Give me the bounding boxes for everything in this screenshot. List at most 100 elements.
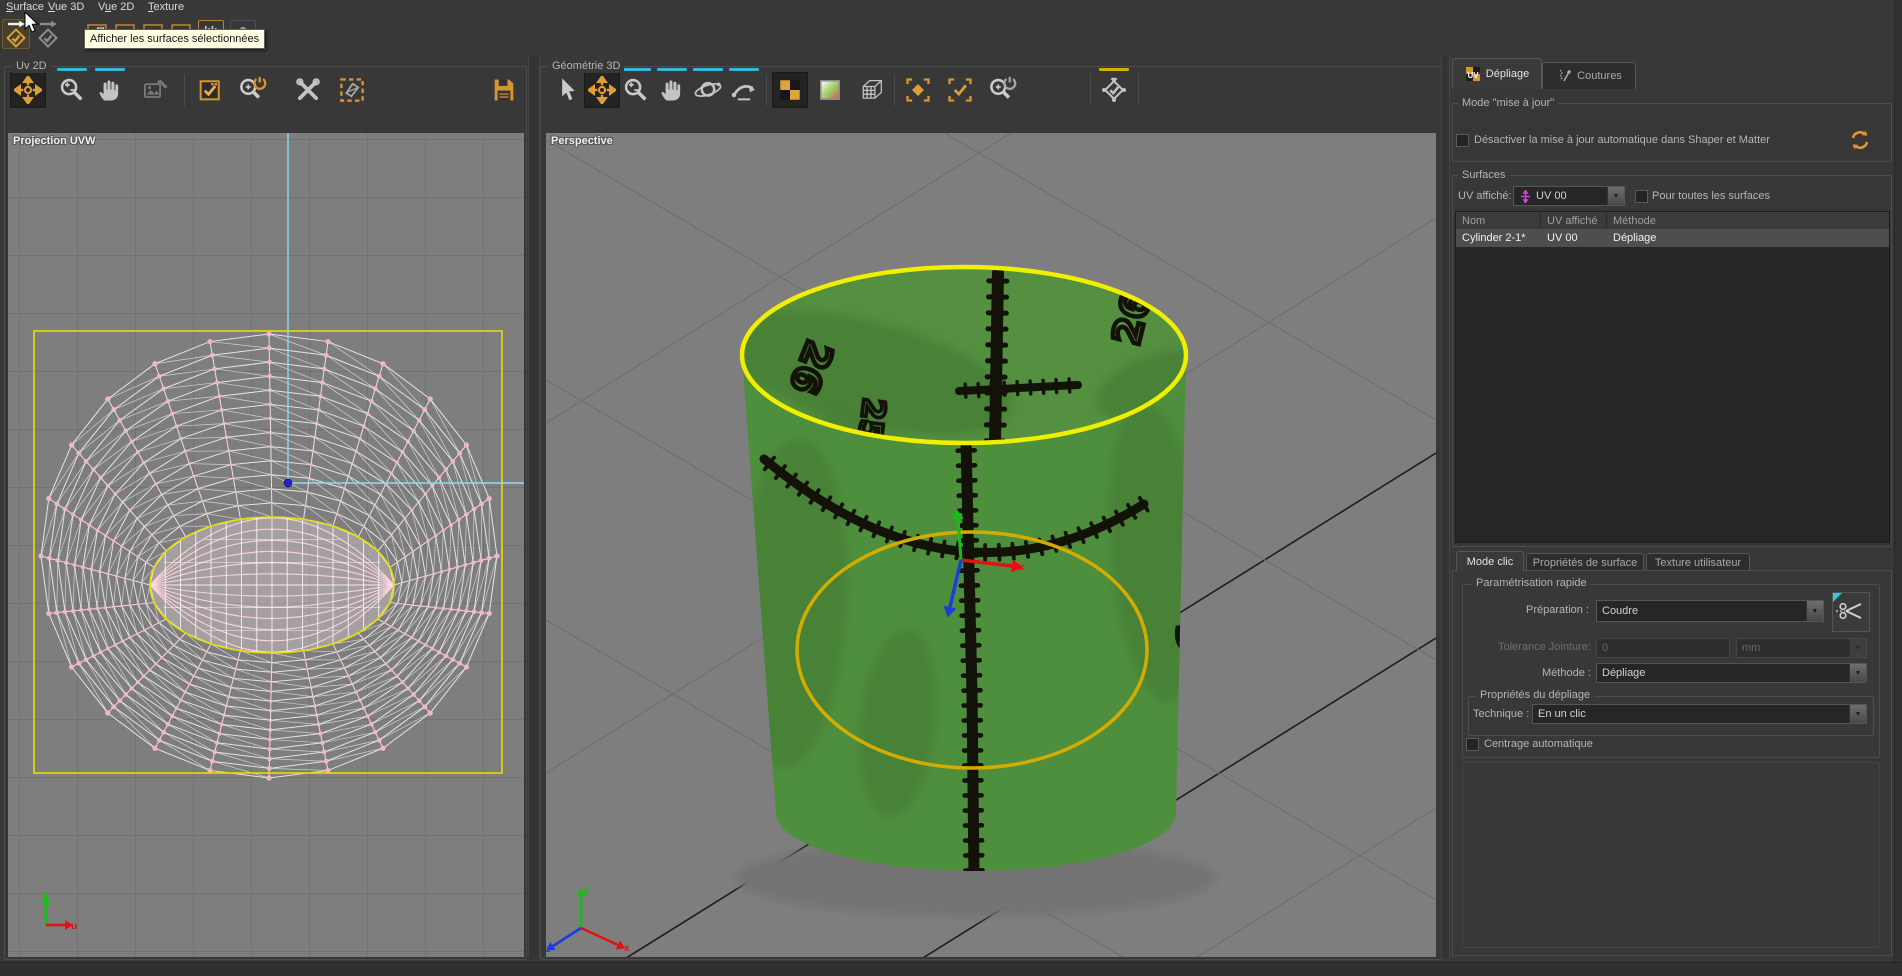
geo3d-walk-button[interactable] xyxy=(726,72,762,108)
uv-affiche-dropdown[interactable]: UV 00 ▼ xyxy=(1513,186,1625,206)
uv2d-pan-button[interactable] xyxy=(92,72,128,108)
svg-text:UV: UV xyxy=(1467,71,1479,80)
tab-mode-clic[interactable]: Mode clic xyxy=(1456,551,1524,571)
auto-centering-checkbox[interactable] xyxy=(1466,738,1479,751)
splitter-right[interactable] xyxy=(1441,55,1450,958)
geo3d-checker-button[interactable] xyxy=(772,72,808,108)
preparation-value: Coudre xyxy=(1602,605,1638,617)
uv2d-viewport[interactable]: Projection UVW vu xyxy=(8,133,524,957)
walk3d-active-line xyxy=(729,68,759,71)
uv2d-texture-paint-button[interactable] xyxy=(138,72,174,108)
uv2d-island-select-button[interactable] xyxy=(334,72,370,108)
surfaces-group-title: Surfaces xyxy=(1458,169,1509,182)
pan2d-active-line xyxy=(95,68,125,71)
svg-text:x: x xyxy=(1019,562,1025,573)
checker-texture-icon xyxy=(777,77,803,103)
tolerance-unit-dropdown[interactable]: mm ▼ xyxy=(1736,638,1867,658)
island-select-icon xyxy=(337,75,367,105)
zoom-icon xyxy=(622,76,650,104)
methode-label: Méthode : xyxy=(1542,667,1591,679)
move-icon xyxy=(588,76,616,104)
uv-magenta-icon xyxy=(1519,190,1532,203)
tab-coutures-label: Coutures xyxy=(1577,70,1622,82)
refresh-button[interactable] xyxy=(1848,128,1872,152)
dropdown-arrow-icon: ▼ xyxy=(1607,187,1624,205)
column-header-nom[interactable]: Nom xyxy=(1456,212,1541,229)
seams-tab-icon xyxy=(1556,68,1572,84)
pan-hand-icon xyxy=(96,76,124,104)
uv2d-toolbar-separator xyxy=(184,74,185,106)
uv-wireframe-canvas: vu xyxy=(8,133,524,957)
check-square-icon xyxy=(196,76,224,104)
surfaces-table: Nom UV affiché Méthode Cylinder 2-1* UV … xyxy=(1455,211,1890,543)
geo3d-zoom-auto-button[interactable] xyxy=(984,72,1020,108)
uv-affiche-value: UV 00 xyxy=(1536,190,1567,202)
geo3d-select-button[interactable] xyxy=(550,72,586,108)
gradient-texture-icon xyxy=(817,77,843,103)
uv2d-tools-button[interactable] xyxy=(290,72,326,108)
geo3d-frame-validate-button[interactable] xyxy=(942,72,978,108)
technique-dropdown[interactable]: En un clic ▼ xyxy=(1532,704,1867,724)
move-icon xyxy=(14,76,42,104)
tab-depliage[interactable]: UV Dépliage xyxy=(1452,58,1542,89)
uv2d-move-button[interactable] xyxy=(10,72,46,108)
tab-coutures[interactable]: Coutures xyxy=(1542,62,1636,89)
menu-bar: Surface Vue 3D Vue 2D Texture xyxy=(0,0,1902,15)
splitter-left[interactable] xyxy=(528,55,540,958)
auto-centering-label: Centrage automatique xyxy=(1484,738,1593,750)
corner-flag-icon xyxy=(1833,593,1842,602)
disable-auto-update-label: Désactiver la mise à jour automatique da… xyxy=(1474,134,1770,146)
for-all-surfaces-checkbox[interactable] xyxy=(1635,190,1648,203)
tab-proprietes-surface[interactable]: Propriétés de surface xyxy=(1526,553,1644,571)
svg-text:x: x xyxy=(624,943,630,954)
geo3d-gradient-button[interactable] xyxy=(812,72,848,108)
menu-texture[interactable]: Texture xyxy=(144,1,188,13)
orbit3d-active-line xyxy=(693,68,723,71)
uv2d-save-button[interactable] xyxy=(486,72,522,108)
zoom3d-active-line xyxy=(621,68,651,71)
select-arrow-icon xyxy=(554,76,582,104)
zoom-power-icon xyxy=(237,75,267,105)
uv2d-zoom-button[interactable] xyxy=(54,72,90,108)
texture-paint-icon xyxy=(142,76,170,104)
methode-dropdown[interactable]: Dépliage ▼ xyxy=(1596,663,1867,683)
tolerance-input[interactable]: 0 xyxy=(1596,638,1730,658)
geo3d-toolbar-separator-1 xyxy=(766,74,767,106)
right-edge-strip xyxy=(1894,0,1902,976)
geo3d-zoom-button[interactable] xyxy=(618,72,654,108)
geo3d-pan-button[interactable] xyxy=(654,72,690,108)
uv2d-panel-title: Uv 2D xyxy=(12,60,51,73)
disable-auto-update-checkbox[interactable] xyxy=(1456,134,1469,147)
mode-group xyxy=(1452,103,1892,162)
tab-depliage-label: Dépliage xyxy=(1486,68,1529,80)
dropdown-arrow-icon: ▼ xyxy=(1849,639,1866,657)
menu-vue-3d[interactable]: Vue 3D xyxy=(44,1,88,13)
sew-tool-button[interactable] xyxy=(1832,592,1870,632)
preparation-dropdown[interactable]: Coudre ▼ xyxy=(1596,600,1824,622)
column-header-uv-affiche[interactable]: UV affiché xyxy=(1541,212,1607,229)
svg-text:26: 26 xyxy=(1200,350,1253,406)
tab-texture-utilisateur[interactable]: Texture utilisateur xyxy=(1646,553,1750,571)
uv2d-zoom-auto-button[interactable] xyxy=(234,72,270,108)
uv2d-validate-button[interactable] xyxy=(192,72,228,108)
methode-value: Dépliage xyxy=(1602,667,1645,679)
menu-vue-2d[interactable]: Vue 2D xyxy=(94,1,138,13)
geo3d-orbit-button[interactable] xyxy=(690,72,726,108)
param-group-title: Paramétrisation rapide xyxy=(1472,577,1591,590)
tooltip: Afficher les surfaces sélectionnées xyxy=(84,29,265,49)
geo3d-wireframe-button[interactable] xyxy=(854,72,890,108)
geo3d-frame-selection-button[interactable] xyxy=(900,72,936,108)
svg-text:y: y xyxy=(584,885,590,896)
technique-value: En un clic xyxy=(1538,708,1586,720)
cell-nom: Cylinder 2-1* xyxy=(1456,229,1541,247)
column-header-methode[interactable]: Méthode xyxy=(1607,212,1889,229)
geo3d-viewport-label: Perspective xyxy=(551,135,613,147)
zoom-icon xyxy=(58,76,86,104)
frame-check-icon xyxy=(946,76,974,104)
geo3d-toolbar-separator-3 xyxy=(1090,74,1091,106)
svg-text:v: v xyxy=(43,890,49,901)
geo3d-viewport[interactable]: Perspective 626252626625yxyxz xyxy=(546,133,1436,957)
geo3d-move-button[interactable] xyxy=(584,72,620,108)
dropdown-arrow-icon: ▼ xyxy=(1806,601,1823,621)
geo3d-unfold-button[interactable] xyxy=(1096,72,1132,108)
